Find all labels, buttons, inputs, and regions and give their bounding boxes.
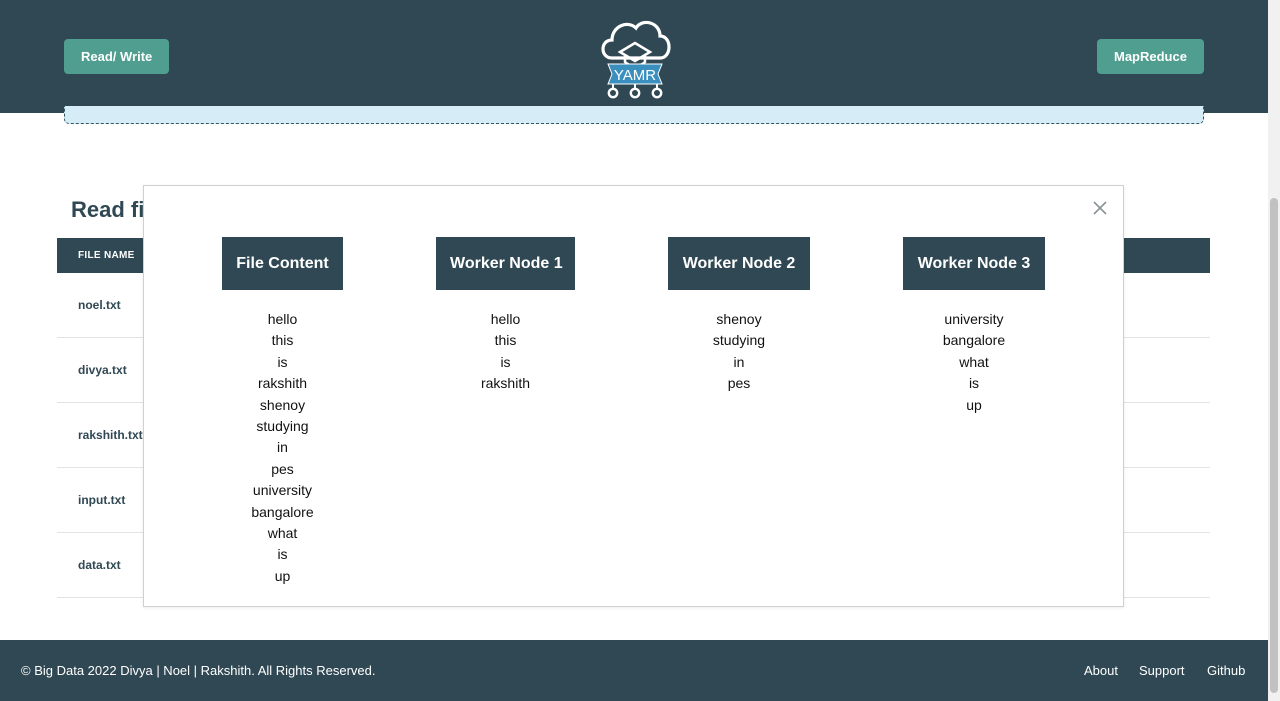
scrollbar-thumb[interactable] bbox=[1270, 198, 1278, 693]
footer-link-github[interactable]: Github bbox=[1207, 663, 1245, 678]
file-name: input.txt bbox=[78, 493, 126, 507]
footer: © Big Data 2022 Divya | Noel | Rakshith.… bbox=[0, 640, 1268, 701]
file-name: noel.txt bbox=[78, 298, 121, 312]
word-item: university bbox=[252, 482, 313, 499]
word-list: hello this is rakshith bbox=[436, 309, 575, 395]
worker-node-1-column: Worker Node 1 hello this is rakshith bbox=[436, 237, 575, 395]
word-item: bangalore bbox=[942, 332, 1006, 349]
word-item: studying bbox=[256, 418, 309, 435]
word-item: shenoy bbox=[259, 396, 306, 413]
top-header: Read/ Write YAMR MapReduce bbox=[0, 0, 1268, 113]
word-item: in bbox=[277, 439, 288, 456]
word-item: what bbox=[959, 353, 989, 370]
word-item: hello bbox=[267, 311, 298, 327]
mapreduce-result-modal: File Content hello this is rakshith shenoy st… bbox=[143, 185, 1124, 607]
word-item: bangalore bbox=[251, 503, 314, 520]
word-item: is bbox=[968, 375, 980, 392]
word-item: hello bbox=[490, 311, 521, 327]
footer-link-support[interactable]: Support bbox=[1139, 663, 1185, 678]
worker-node-2-column: Worker Node 2 shenoy studying in pes bbox=[668, 237, 810, 395]
copyright-text: © Big Data 2022 Divya | Noel | Rakshith.… bbox=[21, 663, 376, 678]
file-content-column: File Content hello this is rakshith shenoy st… bbox=[222, 237, 343, 587]
word-item: pes bbox=[727, 375, 751, 392]
column-header-file-name: FILE NAME bbox=[78, 250, 135, 261]
word-list: shenoy studying in pes bbox=[668, 309, 810, 395]
vertical-scrollbar[interactable] bbox=[1268, 0, 1280, 701]
word-item: studying bbox=[712, 332, 766, 349]
word-item: this bbox=[494, 332, 517, 349]
footer-link-about[interactable]: About bbox=[1084, 663, 1118, 678]
svg-text:YAMR: YAMR bbox=[614, 67, 656, 84]
upload-dropzone[interactable] bbox=[64, 106, 1204, 124]
close-icon[interactable] bbox=[1092, 200, 1108, 216]
word-item: rakshith bbox=[257, 375, 308, 392]
word-item: is bbox=[500, 353, 511, 370]
word-item: university bbox=[944, 311, 1004, 327]
word-list: university bangalore what is up bbox=[903, 309, 1045, 416]
word-item: in bbox=[733, 353, 745, 370]
word-item: shenoy bbox=[716, 311, 762, 327]
word-item: up bbox=[966, 396, 982, 413]
file-name: rakshith.txt bbox=[78, 428, 143, 442]
word-item: up bbox=[274, 567, 291, 584]
yamr-logo: YAMR bbox=[601, 20, 671, 99]
worker-node-3-column: Worker Node 3 university bangalore what is u… bbox=[903, 237, 1045, 416]
word-item: is bbox=[277, 353, 288, 370]
word-item: rakshith bbox=[480, 375, 531, 392]
column-title: Worker Node 2 bbox=[668, 237, 810, 290]
word-item: is bbox=[277, 546, 288, 563]
column-title: Worker Node 3 bbox=[903, 237, 1045, 290]
word-list: hello this is rakshith shenoy studying in pes un… bbox=[222, 309, 343, 587]
word-item: what bbox=[267, 525, 298, 542]
column-title: Worker Node 1 bbox=[436, 237, 575, 290]
file-name: divya.txt bbox=[78, 363, 127, 377]
column-title: File Content bbox=[222, 237, 343, 290]
file-name: data.txt bbox=[78, 558, 121, 572]
read-write-button[interactable]: Read/ Write bbox=[64, 39, 170, 74]
mapreduce-button[interactable]: MapReduce bbox=[1097, 39, 1204, 74]
word-item: this bbox=[271, 332, 294, 349]
page-title: Read fil bbox=[71, 197, 151, 222]
word-item: pes bbox=[271, 460, 294, 477]
